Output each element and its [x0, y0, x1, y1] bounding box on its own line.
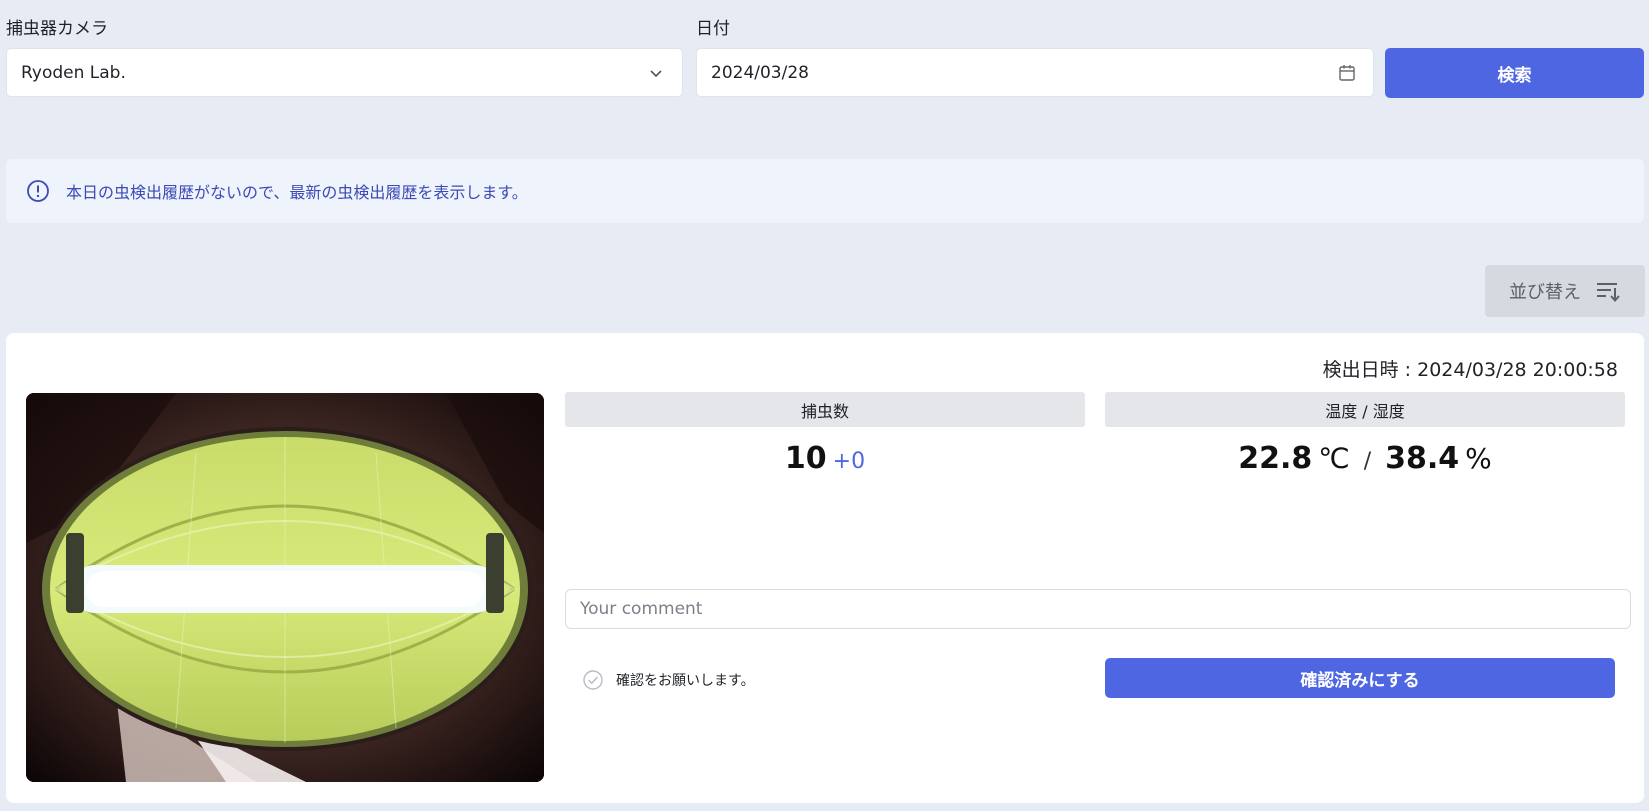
- humidity-unit: %: [1465, 442, 1492, 475]
- temperature-value: 22.8: [1238, 441, 1313, 476]
- date-label: 日付: [696, 19, 730, 39]
- temp-humidity-header: 温度 / 湿度: [1105, 392, 1625, 427]
- temp-humidity-separator: /: [1363, 449, 1372, 474]
- camera-select-value: Ryoden Lab.: [21, 62, 126, 83]
- alert-message: 本日の虫検出履歴がないので、最新の虫検出履歴を表示します。: [66, 183, 528, 202]
- sort-label: 並び替え: [1509, 282, 1581, 303]
- detect-time: 検出日時 : 2024/03/28 20:00:58: [1322, 359, 1618, 381]
- temp-humidity-value: 22.8 ℃ / 38.4 %: [1105, 441, 1625, 476]
- search-button[interactable]: 検索: [1385, 48, 1644, 98]
- camera-label: 捕虫器カメラ: [6, 19, 108, 39]
- camera-select[interactable]: Ryoden Lab.: [6, 48, 683, 97]
- mark-confirmed-button[interactable]: 確認済みにする: [1105, 658, 1615, 698]
- detection-card: 検出日時 : 2024/03/28 20:00:58 捕虫数 温度 / 湿度 1…: [6, 333, 1644, 803]
- catch-count: 10: [784, 441, 827, 476]
- confirmation-label: 確認をお願いします。: [616, 673, 755, 689]
- comment-input[interactable]: [565, 589, 1631, 629]
- chevron-down-icon: [650, 69, 662, 77]
- sort-button[interactable]: 並び替え: [1485, 265, 1645, 317]
- sort-icon: [1597, 283, 1620, 303]
- check-circle-icon: [583, 670, 603, 690]
- date-input-value: 2024/03/28: [711, 62, 809, 83]
- trap-photo-illustration: [26, 393, 544, 782]
- info-icon: [27, 180, 49, 202]
- temperature-unit: ℃: [1318, 442, 1350, 475]
- catch-delta: +0: [832, 449, 866, 474]
- humidity-value: 38.4: [1385, 441, 1460, 476]
- confirmation-status: 確認をお願いします。: [582, 669, 755, 691]
- trap-camera-image[interactable]: [26, 393, 544, 782]
- catch-count-value: 10 +0: [565, 441, 1085, 476]
- catch-count-header: 捕虫数: [565, 392, 1085, 427]
- info-alert: 本日の虫検出履歴がないので、最新の虫検出履歴を表示します。: [6, 159, 1644, 223]
- calendar-icon[interactable]: [1337, 63, 1357, 83]
- date-input[interactable]: 2024/03/28: [696, 48, 1374, 97]
